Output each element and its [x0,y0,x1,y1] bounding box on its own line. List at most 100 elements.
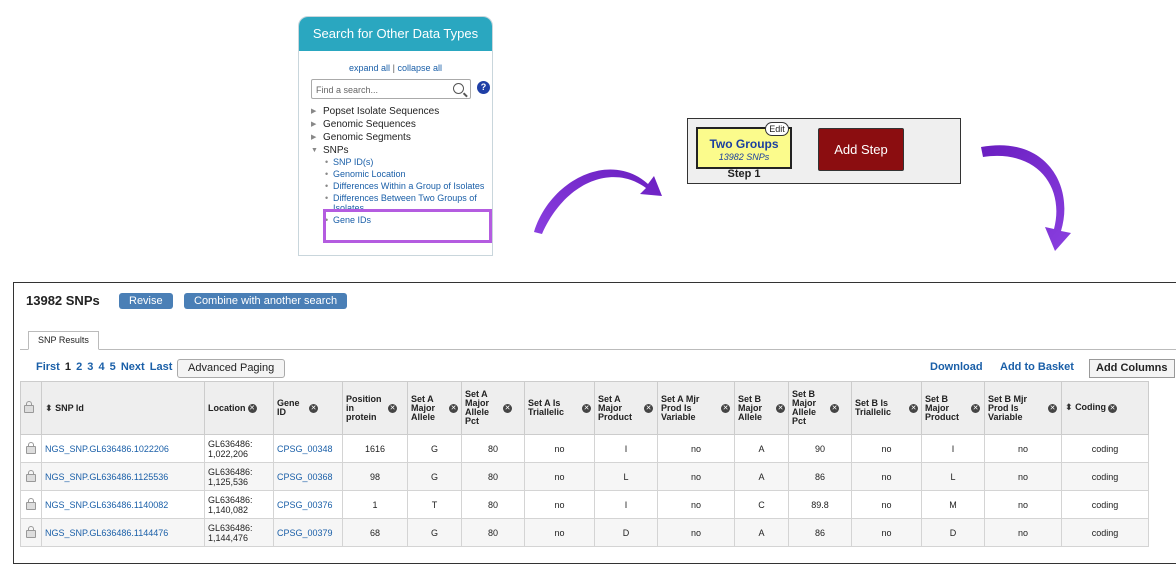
remove-column-icon[interactable]: ✕ [582,403,591,413]
set-a-triallelic-cell: no [524,518,595,547]
snp-search-within-group[interactable]: Differences Within a Group of Isolates [311,181,492,191]
snp-id-link[interactable]: NGS_SNP.GL636486.1144476 [41,518,205,547]
basket-header[interactable] [20,381,42,435]
revise-button[interactable]: Revise [119,293,173,309]
pager-last[interactable]: Last [150,361,173,373]
expand-all-link[interactable]: expand all [349,63,390,73]
col-set-b-pct[interactable]: Set B Major Allele Pct ✕ [788,381,852,435]
set-a-allele-cell: T [407,490,462,519]
set-a-triallelic-cell: no [524,434,595,463]
location-position: 1,022,206 [208,448,249,459]
tree-item-genomic-segments[interactable]: ▶ Genomic Segments [311,131,492,144]
collapse-triangle-icon[interactable]: ▼ [311,144,318,157]
location-contig: GL636486: [208,438,253,449]
col-label: Set A Mjr Prod Is Variable [661,393,700,422]
table-row: NGS_SNP.GL636486.1140082 GL636486: 1,140,0… [20,490,1149,519]
download-link[interactable]: Download [930,361,983,373]
set-b-product-cell: M [921,490,985,519]
remove-column-icon[interactable]: ✕ [309,403,318,413]
col-set-a-pct[interactable]: Set A Major Allele Pct ✕ [461,381,525,435]
col-set-b-product[interactable]: Set B Major Product ✕ [921,381,985,435]
gene-id-link[interactable]: CPSG_00348 [273,434,343,463]
col-label: Coding [1075,402,1107,413]
tree-item-popset[interactable]: ▶ Popset Isolate Sequences [311,105,492,118]
expand-triangle-icon[interactable]: ▶ [311,118,316,131]
expand-triangle-icon[interactable]: ▶ [311,105,316,118]
tab-snp-results[interactable]: SNP Results [28,331,99,350]
snp-id-link[interactable]: NGS_SNP.GL636486.1125536 [41,462,205,491]
pager-page[interactable]: 5 [110,361,116,373]
col-set-a-allele[interactable]: Set A Major Allele ✕ [407,381,462,435]
help-icon[interactable]: ? [477,81,490,94]
search-icon[interactable] [453,83,464,94]
remove-column-icon[interactable]: ✕ [1048,403,1057,413]
basket-cell[interactable] [20,490,42,519]
remove-column-icon[interactable]: ✕ [247,403,257,413]
snp-id-link[interactable]: NGS_SNP.GL636486.1022206 [41,434,205,463]
col-set-a-triallelic[interactable]: Set A Is Triallelic ✕ [524,381,595,435]
location-contig: GL636486: [208,466,253,477]
add-to-basket-icon[interactable] [26,525,36,538]
col-set-a-variable[interactable]: Set A Mjr Prod Is Variable ✕ [657,381,735,435]
add-to-basket-icon[interactable] [26,469,36,482]
edit-step-button[interactable]: Edit [765,122,789,136]
col-coding[interactable]: ⬍ Coding ✕ [1061,381,1149,435]
add-step-button[interactable]: Add Step [818,128,904,171]
set-a-triallelic-cell: no [524,462,595,491]
table-body: NGS_SNP.GL636486.1022206 GL636486: 1,022,2… [20,434,1149,547]
advanced-paging-button[interactable]: Advanced Paging [177,359,286,378]
snp-id-link[interactable]: NGS_SNP.GL636486.1140082 [41,490,205,519]
sort-icon[interactable]: ⬍ [1065,402,1073,412]
gene-id-link[interactable]: CPSG_00379 [273,518,343,547]
basket-cell[interactable] [20,434,42,463]
remove-column-icon[interactable]: ✕ [503,403,512,413]
gene-id-link[interactable]: CPSG_00376 [273,490,343,519]
remove-column-icon[interactable]: ✕ [644,403,653,413]
remove-column-icon[interactable]: ✕ [909,403,918,413]
table-row: NGS_SNP.GL636486.1144476 GL636486: 1,144,4… [20,518,1149,547]
set-a-variable-cell: no [657,490,735,519]
collapse-all-link[interactable]: collapse all [397,63,442,73]
add-columns-button[interactable]: Add Columns [1089,359,1175,378]
add-to-basket-icon[interactable] [26,441,36,454]
snp-search-genomic-location[interactable]: Genomic Location [311,169,492,179]
col-set-b-allele[interactable]: Set B Major Allele ✕ [734,381,789,435]
add-to-basket-link[interactable]: Add to Basket [1000,361,1074,373]
remove-column-icon[interactable]: ✕ [388,403,397,413]
combine-search-button[interactable]: Combine with another search [184,293,348,309]
sort-icon[interactable]: ⬍ [45,403,53,413]
col-set-a-product[interactable]: Set A Major Product ✕ [594,381,658,435]
remove-column-icon[interactable]: ✕ [776,403,785,413]
remove-column-icon[interactable]: ✕ [971,403,980,413]
remove-column-icon[interactable]: ✕ [830,403,839,413]
location-cell: GL636486: 1,140,082 [204,490,274,519]
gene-id-link[interactable]: CPSG_00368 [273,462,343,491]
snp-search-snp-ids[interactable]: SNP ID(s) [311,157,492,167]
set-a-variable-cell: no [657,434,735,463]
pager-page[interactable]: 2 [76,361,82,373]
pager-page[interactable]: 3 [87,361,93,373]
set-b-triallelic-cell: no [851,434,922,463]
location-cell: GL636486: 1,144,476 [204,518,274,547]
tree-item-snps[interactable]: ▼ SNPs [311,144,492,157]
remove-column-icon[interactable]: ✕ [449,403,458,413]
basket-icon[interactable] [24,401,34,413]
add-to-basket-icon[interactable] [26,497,36,510]
col-location[interactable]: Location ✕ [204,381,274,435]
remove-column-icon[interactable]: ✕ [721,403,730,413]
basket-cell[interactable] [20,462,42,491]
col-snp-id[interactable]: ⬍ SNP Id [41,381,205,435]
tree-item-label: Popset Isolate Sequences [323,106,440,117]
col-set-b-triallelic[interactable]: Set B Is Triallelic ✕ [851,381,922,435]
col-gene-id[interactable]: Gene ID ✕ [273,381,343,435]
pager-next[interactable]: Next [121,361,145,373]
pager-first[interactable]: First [36,361,60,373]
remove-column-icon[interactable]: ✕ [1108,403,1118,413]
pager-page[interactable]: 4 [98,361,104,373]
expand-triangle-icon[interactable]: ▶ [311,131,316,144]
find-search-input[interactable]: Find a search... [311,79,471,99]
tree-item-genomic-sequences[interactable]: ▶ Genomic Sequences [311,118,492,131]
basket-cell[interactable] [20,518,42,547]
col-set-b-variable[interactable]: Set B Mjr Prod Is Variable ✕ [984,381,1062,435]
col-position[interactable]: Position in protein ✕ [342,381,408,435]
